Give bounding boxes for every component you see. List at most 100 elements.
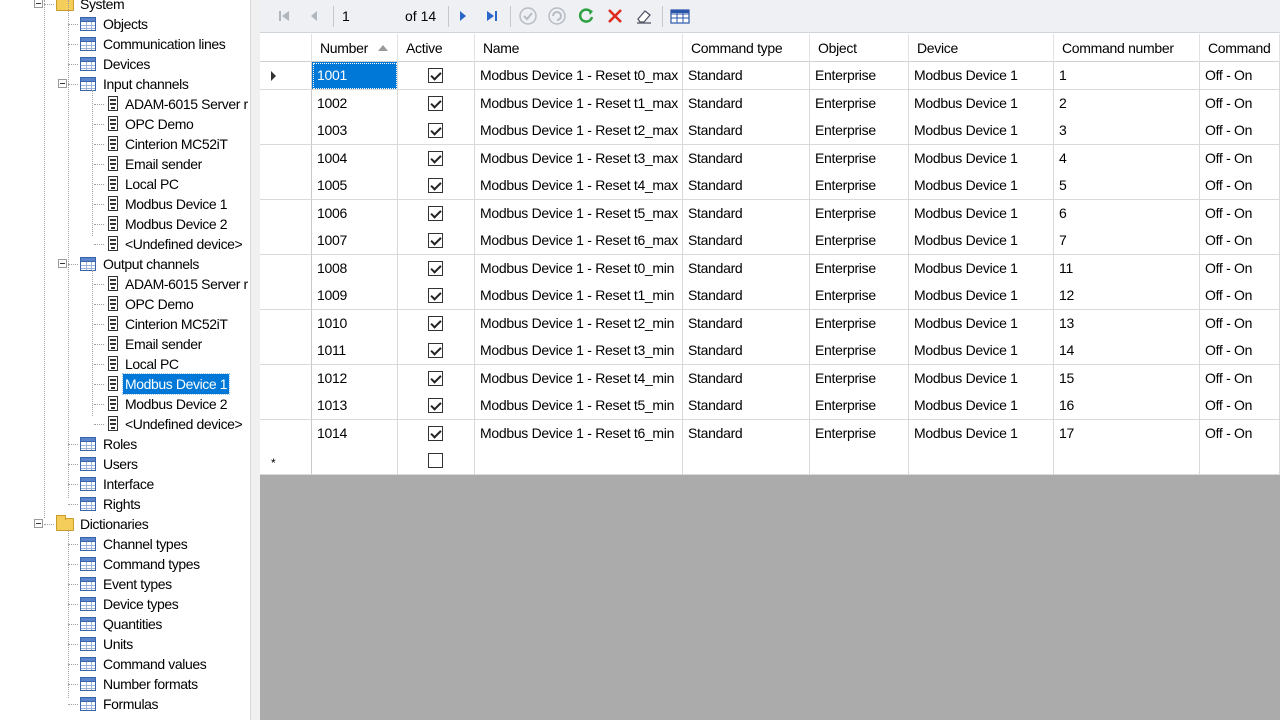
name-cell[interactable]: Modbus Device 1 - Reset t1_max [475,89,683,118]
tree-item[interactable]: Modbus Device 2 [0,394,250,414]
number-cell[interactable]: 1005 [312,172,398,200]
tree-item-label[interactable]: Units [101,634,135,654]
tree-item[interactable]: Modbus Device 2 [0,214,250,234]
command-cell[interactable]: Off - On [1200,144,1280,173]
tree-item[interactable]: Communication lines [0,34,250,54]
active-checkbox[interactable] [428,68,443,83]
tree-item-label[interactable]: Modbus Device 2 [123,214,229,234]
device-cell[interactable]: Modbus Device 1 [909,89,1054,118]
device-cell[interactable]: Modbus Device 1 [909,172,1054,200]
active-checkbox[interactable] [428,425,443,441]
command-type-cell[interactable]: Standard [683,364,810,393]
command-cell[interactable]: Off - On [1200,117,1280,145]
row-header[interactable] [260,337,312,365]
tree-item[interactable]: Channel types [0,534,250,554]
tree-item[interactable]: OPC Demo [0,294,250,314]
tree-item-label[interactable]: System [78,0,126,14]
device-cell[interactable]: Modbus Device 1 [909,419,1054,448]
command-cell[interactable]: Off - On [1200,89,1280,118]
active-checkbox[interactable] [428,370,443,386]
command-cell[interactable]: Off - On [1200,392,1280,420]
table-row[interactable]: 1008 Modbus Device 1 - Reset t0_min Standa… [260,254,1280,283]
tree-item-label[interactable]: Communication lines [101,34,227,54]
previous-record-icon[interactable] [304,6,324,26]
command-cell[interactable]: Off - On [1200,199,1280,228]
tree-item-label[interactable]: Rights [101,494,142,514]
active-checkbox[interactable] [428,205,443,221]
object-cell[interactable]: Enterprise [810,282,909,310]
command-type-cell[interactable]: Standard [683,227,810,255]
tree-item-label[interactable]: Users [101,454,140,474]
delete-icon[interactable] [605,6,625,26]
tree-item-label[interactable]: Cinterion MC52iT [123,134,230,154]
tree-item[interactable]: Quantities [0,614,250,634]
last-record-icon[interactable] [482,6,502,26]
number-cell[interactable]: 1002 [312,89,398,118]
command-type-cell[interactable]: Standard [683,199,810,228]
command-type-cell[interactable]: Standard [683,62,810,90]
column-header-number[interactable]: Number [312,34,398,62]
number-cell[interactable]: 1006 [312,199,398,228]
name-cell[interactable]: Modbus Device 1 - Reset t0_max [475,62,683,90]
table-row[interactable]: 1004 Modbus Device 1 - Reset t3_max Standa… [260,144,1280,173]
first-record-icon[interactable] [274,6,294,26]
tree-item[interactable]: Command values [0,654,250,674]
table-settings-icon[interactable] [670,6,690,26]
column-header-command-number[interactable]: Command number [1054,34,1200,62]
number-cell[interactable]: 1009 [312,282,398,310]
name-cell[interactable]: Modbus Device 1 - Reset t3_max [475,144,683,173]
tree-item[interactable]: <Undefined device> [0,234,250,254]
tree-item[interactable]: ADAM-6015 Server r [0,274,250,294]
device-cell[interactable]: Modbus Device 1 [909,337,1054,365]
grid-header-corner[interactable] [260,34,312,62]
table-row[interactable]: 1007 Modbus Device 1 - Reset t6_max Standa… [260,227,1280,255]
tree-item[interactable]: Rights [0,494,250,514]
device-cell[interactable]: Modbus Device 1 [909,117,1054,145]
name-cell[interactable]: Modbus Device 1 - Reset t6_min [475,419,683,448]
name-cell[interactable]: Modbus Device 1 - Reset t5_min [475,392,683,420]
command-number-cell[interactable]: 13 [1054,309,1200,338]
tree-item-label[interactable]: Modbus Device 1 [121,373,231,395]
number-cell[interactable]: 1008 [312,254,398,283]
table-row[interactable]: 1009 Modbus Device 1 - Reset t1_min Standa… [260,282,1280,310]
next-record-icon[interactable] [453,6,473,26]
tree-item[interactable]: Objects [0,14,250,34]
cancel-edit-icon[interactable] [547,6,567,26]
command-type-cell[interactable]: Standard [683,309,810,338]
command-number-cell[interactable]: 4 [1054,144,1200,173]
device-cell[interactable]: Modbus Device 1 [909,364,1054,393]
table-row[interactable]: 1014 Modbus Device 1 - Reset t6_min Standa… [260,419,1280,448]
tree-item[interactable]: Event types [0,574,250,594]
command-type-cell[interactable]: Standard [683,282,810,310]
command-cell[interactable] [1200,447,1280,475]
table-row[interactable]: 1010 Modbus Device 1 - Reset t2_min Standa… [260,309,1280,338]
tree-item[interactable]: Number formats [0,674,250,694]
object-cell[interactable]: Enterprise [810,117,909,145]
name-cell[interactable]: Modbus Device 1 - Reset t2_min [475,309,683,338]
collapse-toggle-icon[interactable] [34,0,43,8]
tree-item-label[interactable]: Command values [101,654,208,674]
name-cell[interactable]: Modbus Device 1 - Reset t4_min [475,364,683,393]
active-checkbox[interactable] [428,288,443,303]
tree-item-label[interactable]: Number formats [101,674,200,694]
table-row[interactable]: 1013 Modbus Device 1 - Reset t5_min Standa… [260,392,1280,420]
object-cell[interactable]: Enterprise [810,337,909,365]
tree-item[interactable]: Units [0,634,250,654]
tree-item-label[interactable]: Input channels [101,74,190,94]
active-checkbox[interactable] [428,95,443,111]
device-cell[interactable]: Modbus Device 1 [909,227,1054,255]
table-row[interactable]: 1005 Modbus Device 1 - Reset t4_max Standa… [260,172,1280,200]
command-number-cell[interactable]: 17 [1054,419,1200,448]
tree-item[interactable]: Email sender [0,334,250,354]
number-cell[interactable]: 1011 [312,337,398,365]
device-cell[interactable]: Modbus Device 1 [909,309,1054,338]
tree-item-label[interactable]: Formulas [101,694,160,714]
command-type-cell[interactable]: Standard [683,392,810,420]
tree-item-label[interactable]: Interface [101,474,156,494]
active-cell[interactable] [398,309,475,338]
device-cell[interactable]: Modbus Device 1 [909,62,1054,90]
active-checkbox[interactable] [428,315,443,331]
active-cell[interactable] [398,144,475,173]
table-row[interactable]: 1006 Modbus Device 1 - Reset t5_max Standa… [260,199,1280,228]
tree-item-label[interactable]: Objects [101,14,150,34]
